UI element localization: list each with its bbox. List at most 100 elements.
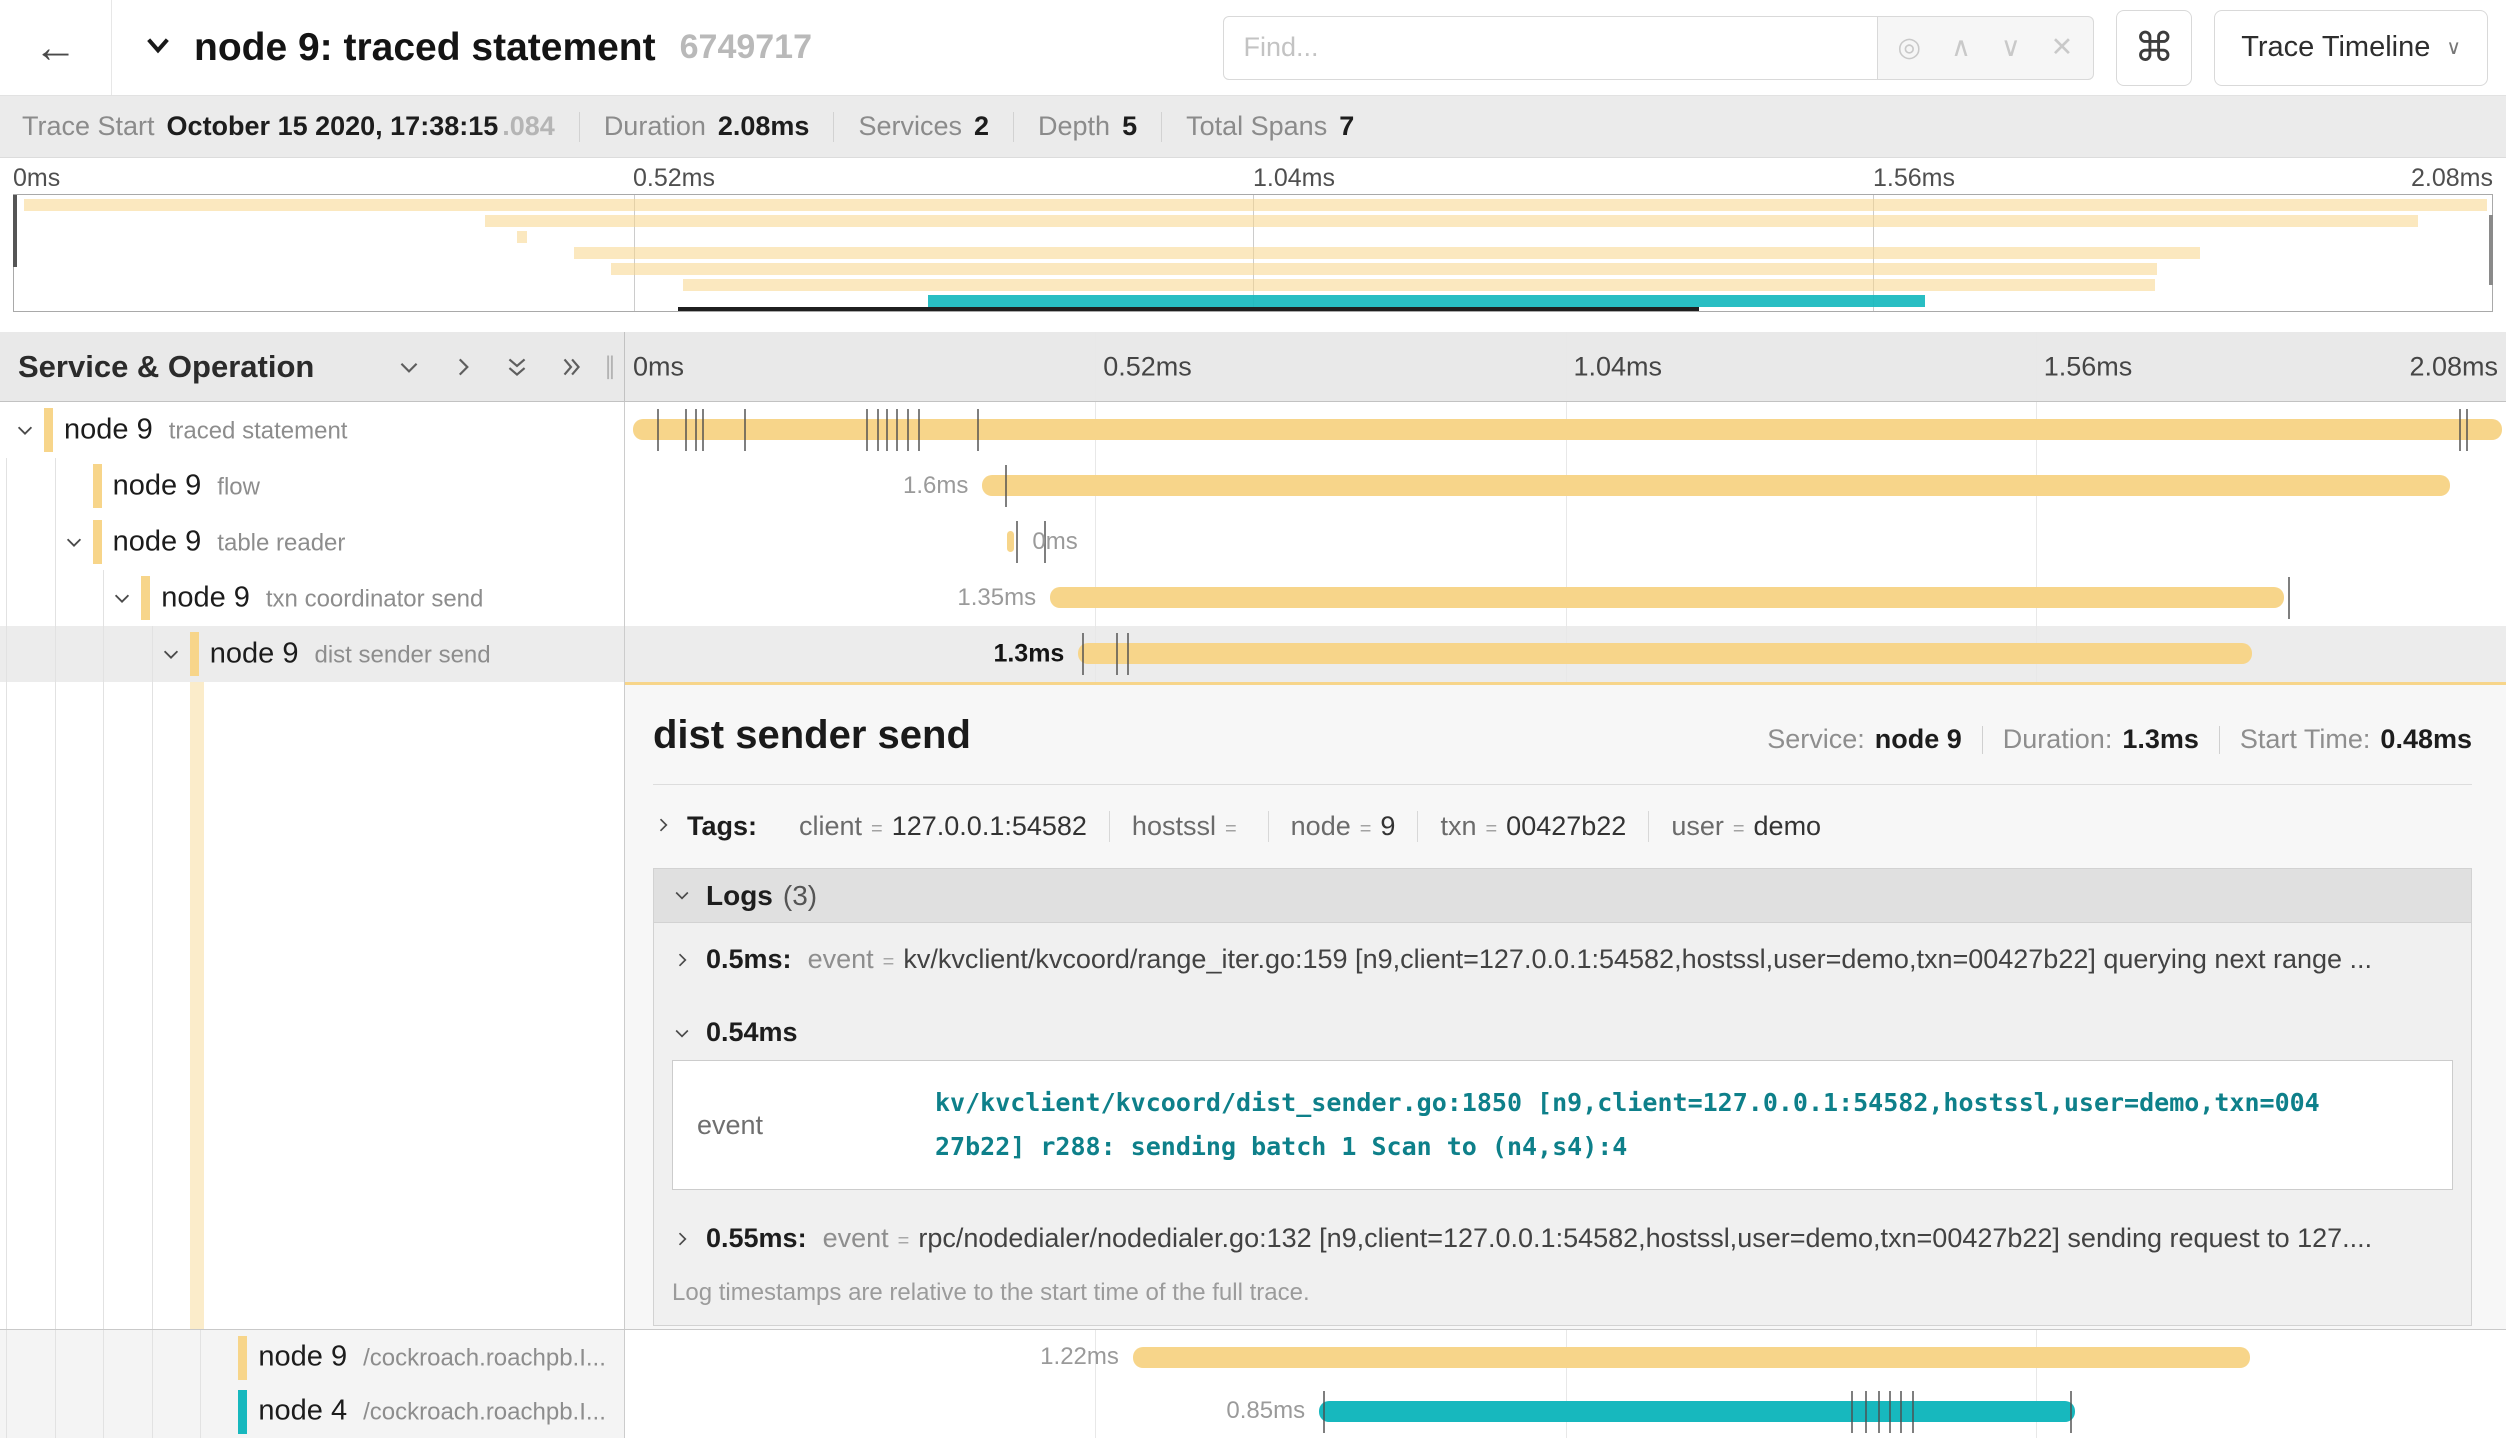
timeline-header: Service & Operation ∥ 0ms0.52ms1.04ms1.5… — [0, 332, 2506, 402]
service-color-chip — [238, 1390, 247, 1434]
span-name-cell[interactable]: node 9table reader — [0, 514, 625, 570]
log-marker — [1116, 633, 1118, 675]
log-entry-1[interactable]: 0.5ms: event = kv/kvclient/kvcoord/range… — [654, 923, 2471, 996]
back-arrow-icon: ← — [34, 23, 78, 73]
span-name-cell[interactable]: node 9flow — [0, 458, 625, 514]
column-resizer-grip[interactable]: ∥ — [604, 352, 616, 381]
chevron-down-icon[interactable] — [109, 587, 135, 609]
span-bar-cell[interactable]: 1.3ms — [625, 626, 2506, 682]
chevron-down-icon[interactable] — [12, 419, 38, 441]
span-name-cell[interactable]: node 9traced statement — [0, 402, 625, 458]
indent-guide — [55, 682, 56, 1329]
minimap-right-drag-handle[interactable] — [2489, 215, 2493, 285]
chevron-down-icon[interactable] — [158, 643, 184, 665]
service-name: node 9 — [210, 638, 299, 671]
trace-summary-bar: Trace Start October 15 2020, 17:38:15.08… — [0, 96, 2506, 158]
span-duration-bar[interactable] — [1319, 1401, 2075, 1422]
trace-start: Trace Start October 15 2020, 17:38:15.08… — [22, 111, 555, 142]
find-clear-icon[interactable]: ✕ — [2051, 32, 2074, 63]
service-color-chip — [190, 632, 199, 676]
span-duration-label: 1.35ms — [957, 584, 1036, 612]
span-bar-cell[interactable]: 1.35ms — [625, 570, 2506, 626]
span-duration-label: 1.6ms — [903, 472, 968, 500]
collapse-all-icon[interactable] — [504, 354, 530, 380]
indent-guide — [6, 682, 7, 1329]
log-key: event — [823, 1223, 889, 1254]
span-duration-bar[interactable] — [1007, 531, 1015, 552]
span-duration-bar[interactable] — [1050, 587, 2284, 608]
expand-one-icon[interactable] — [450, 354, 476, 380]
span-detail-region: dist sender send Service:node 9 Duration… — [0, 682, 2506, 1330]
logs-accordion-header[interactable]: Logs (3) — [654, 869, 2471, 923]
service-color-chip — [238, 1336, 247, 1380]
span-row[interactable]: node 9/cockroach.roachpb.I...1.22ms — [0, 1330, 2506, 1384]
collapse-one-icon[interactable] — [396, 354, 422, 380]
log-value: rpc/nodedialer/nodedialer.go:132 [n9,cli… — [918, 1223, 2453, 1254]
chevron-down-icon: ∨ — [2446, 35, 2461, 60]
span-row[interactable]: node 9table reader0ms — [0, 514, 2506, 570]
log-time: 0.54ms — [706, 1017, 798, 1048]
chevron-down-icon[interactable] — [61, 531, 87, 553]
span-name-cell[interactable]: node 4/cockroach.roachpb.I... — [0, 1384, 625, 1438]
find-match-icon[interactable]: ◎ — [1898, 32, 1922, 63]
minimap-left-drag-handle[interactable] — [13, 195, 17, 267]
log-marker — [977, 409, 979, 451]
view-selector-label: Trace Timeline — [2241, 31, 2430, 64]
log-entry-3[interactable]: 0.55ms: event = rpc/nodedialer/nodediale… — [654, 1202, 2471, 1275]
tag-user: user=demo — [1649, 811, 1843, 842]
timeline-gridline — [1095, 514, 1096, 570]
find-controls: ◎ ∧ ∨ ✕ — [1878, 16, 2095, 80]
span-name: node 9txn coordinator send — [161, 582, 483, 615]
expand-all-icon[interactable] — [558, 354, 584, 380]
find-next-icon[interactable]: ∨ — [2001, 32, 2021, 63]
service-name: node 9 — [64, 414, 153, 447]
span-row[interactable]: node 4/cockroach.roachpb.I...0.85ms — [0, 1384, 2506, 1438]
minimap-canvas[interactable] — [13, 194, 2493, 312]
span-bar-cell[interactable]: 0ms — [625, 514, 2506, 570]
span-row[interactable]: node 9txn coordinator send 1.35ms — [0, 570, 2506, 626]
log-marker — [1900, 1391, 1902, 1433]
log-marker — [886, 409, 888, 451]
divider — [833, 112, 834, 142]
span-name-cell[interactable]: node 9dist sender send — [0, 626, 625, 682]
top-controls: ◎ ∧ ∨ ✕ ⌘ Trace Timeline ∨ — [1223, 10, 2488, 86]
service-name: node 9 — [258, 1341, 347, 1374]
span-duration-bar[interactable] — [982, 475, 2449, 496]
tags-label: Tags: — [687, 811, 757, 842]
service-color-chip — [93, 464, 102, 508]
minimap-viewport-indicator[interactable] — [678, 307, 1699, 311]
service-name: node 9 — [113, 526, 202, 559]
span-duration-bar[interactable] — [1133, 1347, 2250, 1368]
timeline-ticks: 0ms0.52ms1.04ms1.56ms2.08ms — [625, 332, 2506, 401]
operation-name: /cockroach.roachpb.I... — [363, 1399, 606, 1427]
log-marker — [2070, 1391, 2072, 1433]
trace-id: 6749717 — [680, 28, 812, 67]
span-bar-cell[interactable]: 1.22ms — [625, 1330, 2506, 1384]
minimap-tick-label: 0.52ms — [633, 164, 715, 193]
back-button[interactable]: ← — [0, 0, 112, 95]
span-name-cell[interactable]: node 9txn coordinator send — [0, 570, 625, 626]
find-input[interactable] — [1223, 16, 1878, 80]
log-marker — [1005, 465, 1007, 507]
tags-accordion[interactable]: Tags: client=127.0.0.1:54582 hostssl= no… — [653, 811, 2472, 842]
log-marker — [657, 409, 659, 451]
span-duration-bar[interactable] — [1078, 643, 2252, 664]
keyboard-shortcuts-button[interactable]: ⌘ — [2116, 10, 2192, 86]
logs-title: Logs — [706, 880, 773, 912]
span-duration-bar[interactable] — [633, 419, 2503, 440]
span-bar-cell[interactable]: 1.6ms — [625, 458, 2506, 514]
span-name-cell[interactable]: node 9/cockroach.roachpb.I... — [0, 1330, 625, 1384]
trace-depth: Depth5 — [1038, 111, 1137, 142]
span-row[interactable]: node 9traced statement — [0, 402, 2506, 458]
chevron-right-icon — [672, 1223, 706, 1254]
find-prev-icon[interactable]: ∧ — [1951, 32, 1971, 63]
view-selector-button[interactable]: Trace Timeline ∨ — [2214, 10, 2488, 86]
log-time: 0.55ms: — [706, 1223, 807, 1254]
span-bar-cell[interactable] — [625, 402, 2506, 458]
span-row[interactable]: node 9dist sender send1.3ms — [0, 626, 2506, 682]
indent-guide — [152, 626, 153, 682]
span-row[interactable]: node 9flow 1.6ms — [0, 458, 2506, 514]
log-entry-2-header[interactable]: 0.54ms — [654, 996, 2471, 1058]
span-bar-cell[interactable]: 0.85ms — [625, 1384, 2506, 1438]
collapse-trace-chevron-icon[interactable] — [142, 29, 174, 66]
